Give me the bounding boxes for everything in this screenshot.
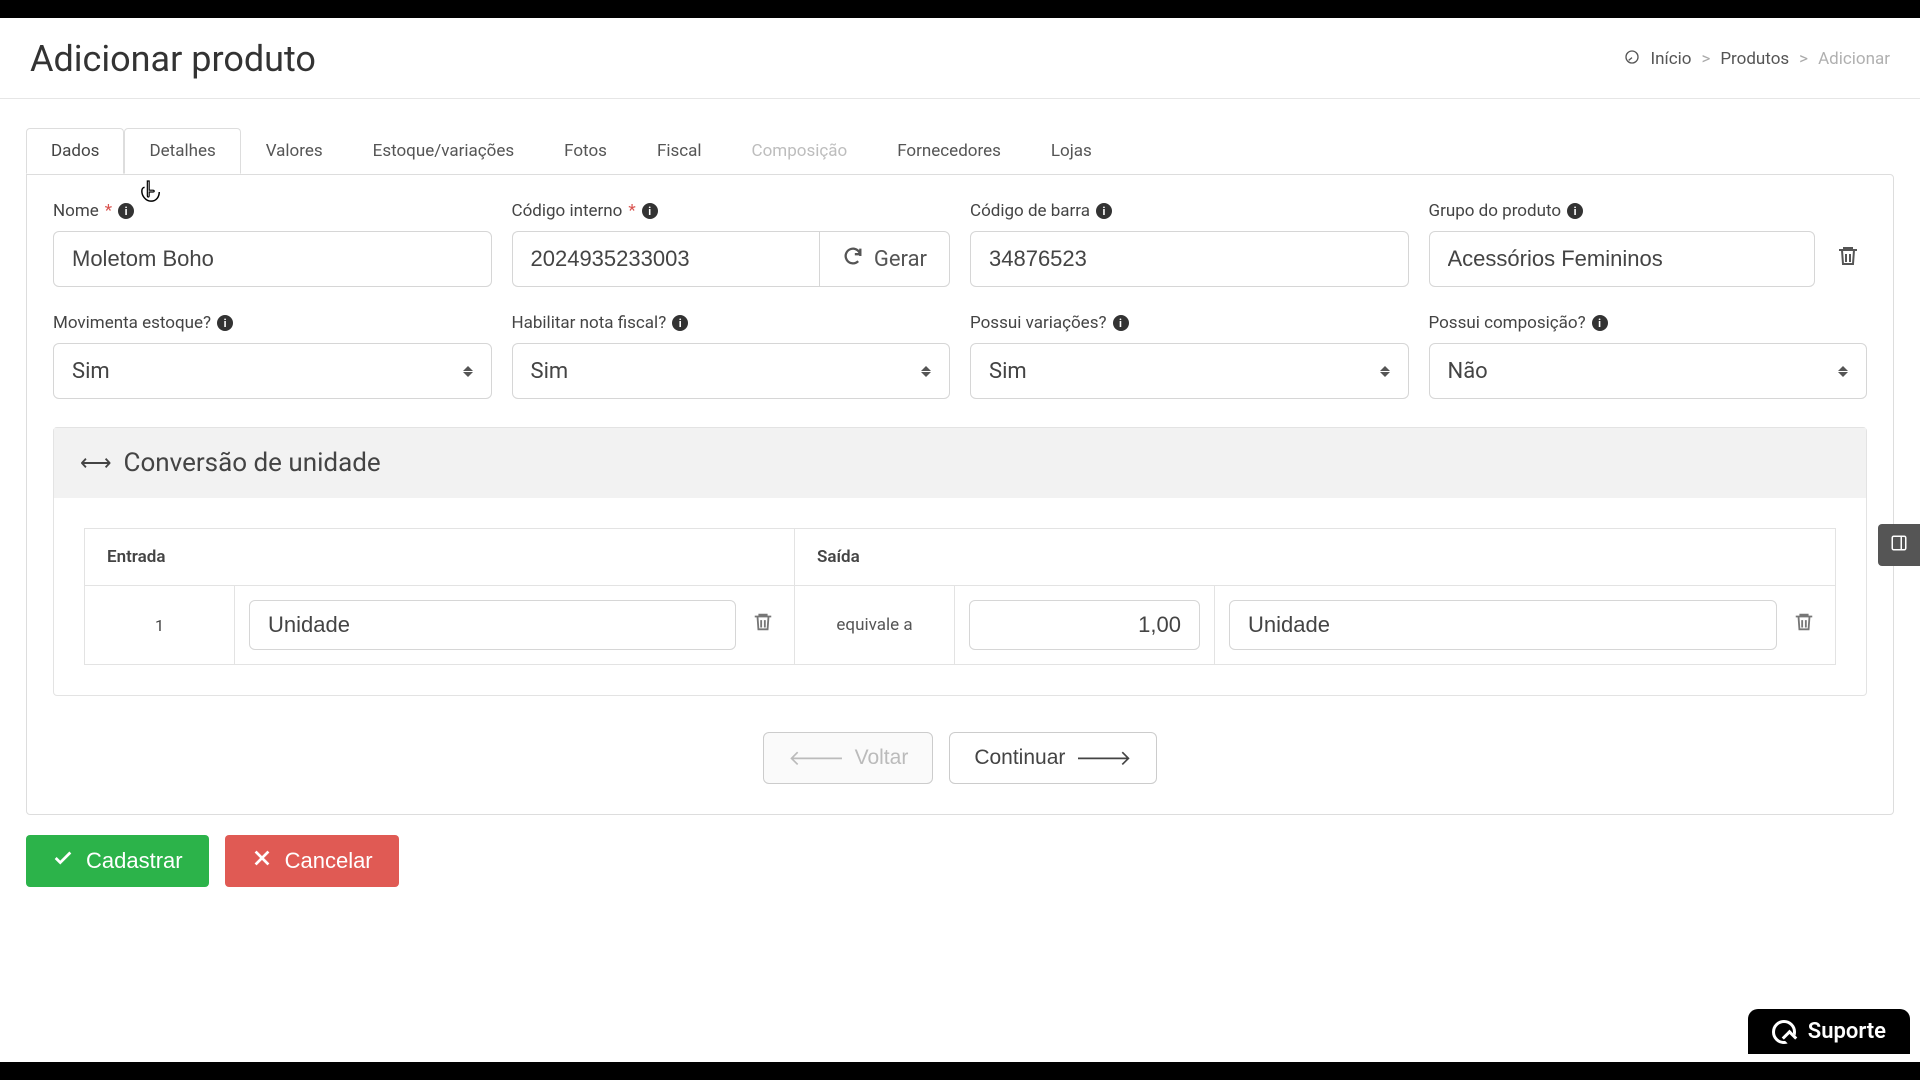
unit-out-input[interactable] [1229,600,1777,650]
voltar-button: 🡐 Voltar [763,732,933,784]
qty-out-input[interactable] [969,600,1200,650]
nome-input[interactable] [53,231,492,287]
label-habilitar-nota: Habilitar nota fiscal? [512,313,667,333]
info-icon[interactable]: i [1567,203,1583,219]
info-icon[interactable]: i [1592,315,1608,331]
info-icon[interactable]: i [217,315,233,331]
tab-fornecedores[interactable]: Fornecedores [872,128,1026,174]
label-movimenta-estoque: Movimenta estoque? [53,313,211,333]
tab-dados[interactable]: Dados [26,128,124,174]
clear-grupo-button[interactable] [1829,240,1867,278]
label-codigo-interno: Código interno [512,201,623,221]
tab-bar: Dados Detalhes Valores Estoque/variações… [26,127,1894,174]
chat-icon [1772,1020,1796,1044]
dashboard-icon [1624,49,1640,69]
label-nome: Nome [53,201,99,221]
col-saida: Saída [795,529,1836,586]
possui-variacoes-select[interactable]: Sim [970,343,1409,399]
trash-icon [1836,244,1860,274]
cancelar-button[interactable]: Cancelar [225,835,399,887]
breadcrumb: Início > Produtos > Adicionar [1624,49,1890,69]
tab-fotos[interactable]: Fotos [539,128,632,174]
codigo-barra-input[interactable] [970,231,1409,287]
page-title: Adicionar produto [30,38,316,80]
info-icon[interactable]: i [1096,203,1112,219]
unit-conversion-section: ⟷ Conversão de unidade Entrada Saída [53,427,1867,696]
info-icon[interactable]: i [1113,315,1129,331]
unit-in-input[interactable] [249,600,736,650]
side-panel-toggle[interactable] [1878,524,1920,566]
check-icon [52,847,74,875]
info-icon[interactable]: i [118,203,134,219]
habilitar-nota-select[interactable]: Sim [512,343,951,399]
info-icon[interactable]: i [642,203,658,219]
tab-composicao: Composição [727,128,873,174]
close-icon [251,847,273,875]
movimenta-estoque-select[interactable]: Sim [53,343,492,399]
arrow-left-icon: 🡐 [788,746,844,771]
table-row: 1 [85,586,1836,665]
tab-valores[interactable]: Valores [241,128,348,174]
codigo-interno-input[interactable] [512,231,819,287]
label-possui-variacoes: Possui variações? [970,313,1107,333]
breadcrumb-products[interactable]: Produtos [1720,49,1789,69]
equiv-label: equivale a [795,586,955,665]
col-entrada: Entrada [85,529,795,586]
label-codigo-barra: Código de barra [970,201,1090,221]
arrow-right-icon: 🡒 [1075,746,1131,771]
label-grupo-produto: Grupo do produto [1429,201,1562,221]
grupo-produto-input[interactable] [1429,231,1816,287]
possui-composicao-select[interactable]: Não [1429,343,1868,399]
label-possui-composicao: Possui composição? [1429,313,1586,333]
gerar-button[interactable]: Gerar [819,231,950,287]
qty-in: 1 [85,586,235,665]
section-title: Conversão de unidade [124,448,381,478]
tab-lojas[interactable]: Lojas [1026,128,1117,174]
tab-estoque[interactable]: Estoque/variações [348,128,539,174]
info-icon[interactable]: i [672,315,688,331]
breadcrumb-home[interactable]: Início [1650,49,1691,69]
clear-unit-in-button[interactable] [746,611,780,639]
arrows-horizontal-icon: ⟷ [80,451,112,476]
breadcrumb-current: Adicionar [1818,49,1890,69]
refresh-icon [842,245,864,273]
continuar-button[interactable]: Continuar 🡒 [949,732,1156,784]
tab-fiscal[interactable]: Fiscal [632,128,727,174]
panel-icon [1890,534,1908,557]
cadastrar-button[interactable]: Cadastrar [26,835,209,887]
support-widget[interactable]: Suporte [1748,1009,1910,1054]
clear-unit-out-button[interactable] [1787,611,1821,639]
tab-detalhes[interactable]: Detalhes [124,128,240,174]
